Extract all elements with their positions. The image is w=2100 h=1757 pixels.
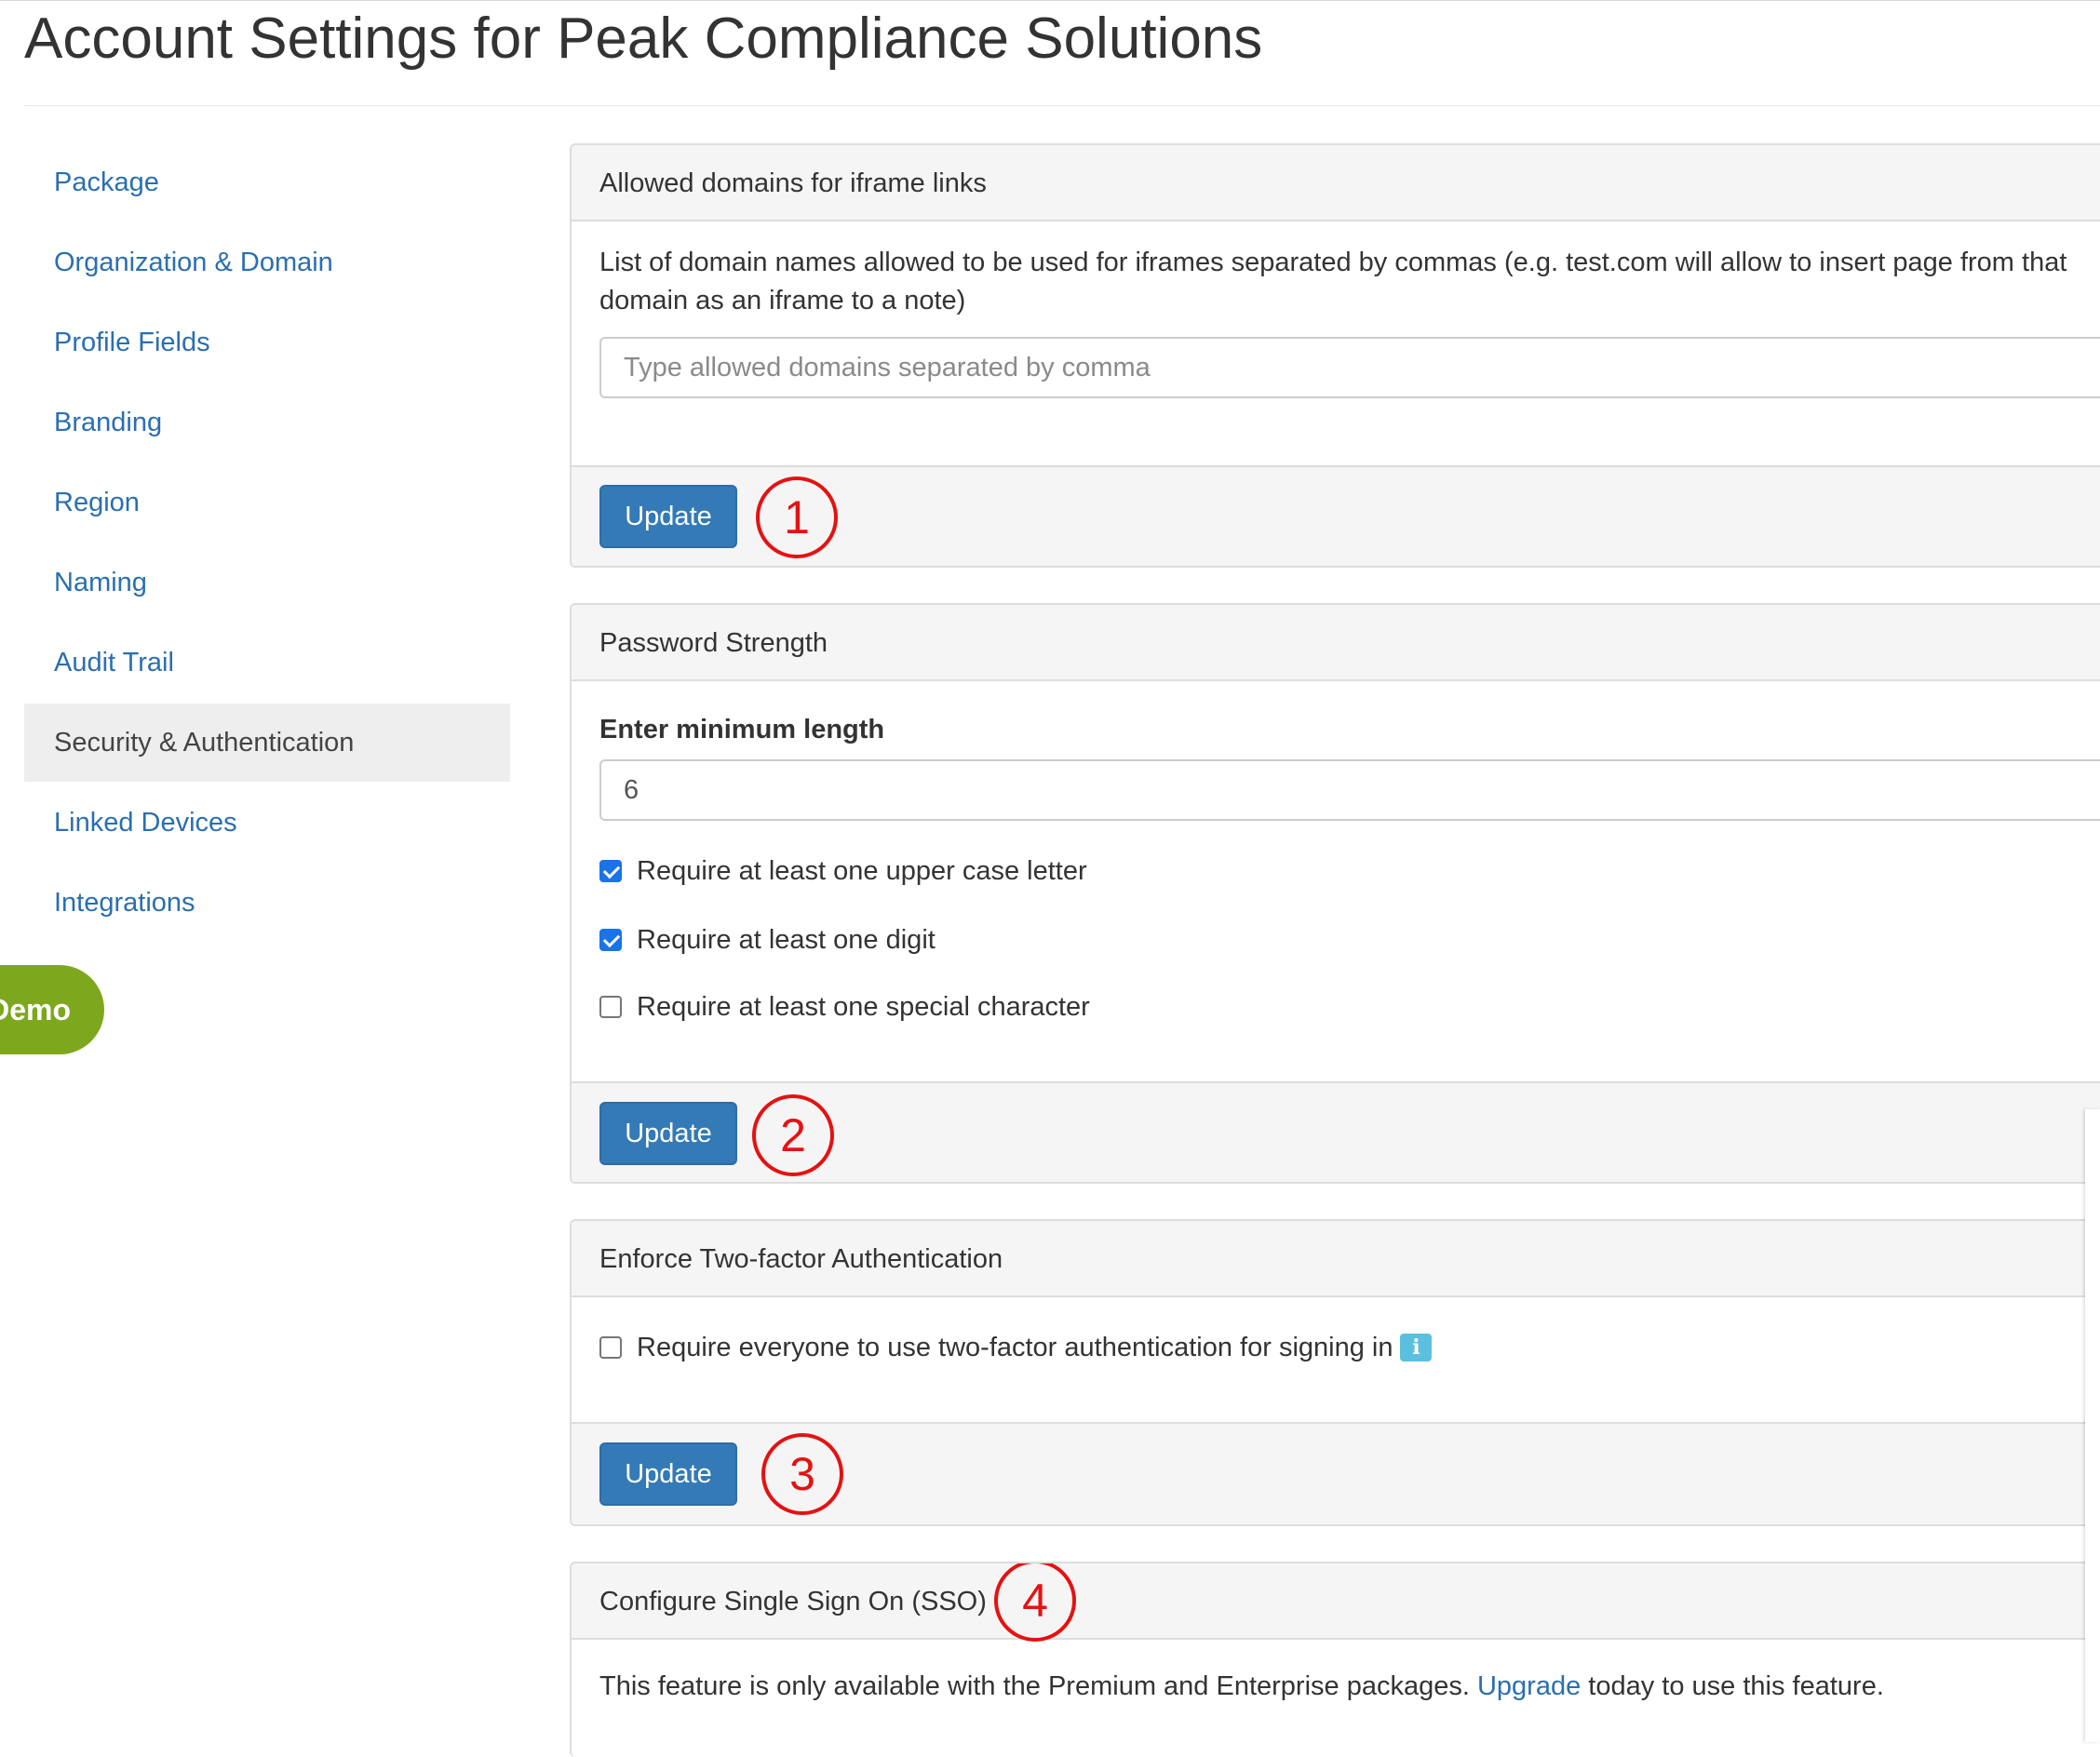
sso-availability-text: This feature is only available with the … <box>599 1640 2100 1706</box>
page-title: Account Settings for Peak Compliance Sol… <box>24 7 1263 71</box>
sidebar-item-security-authentication[interactable]: Security & Authentication <box>24 704 510 782</box>
require-2fa-label: Require everyone to use two-factor authe… <box>637 1332 1393 1362</box>
update-domains-button[interactable]: Update <box>599 485 737 548</box>
iframe-domains-panel: Allowed domains for iframe links List of… <box>570 143 2100 568</box>
sidebar-item-branding[interactable]: Branding <box>24 383 510 462</box>
digit-label: Require at least one digit <box>637 924 936 955</box>
iframe-domains-heading: Allowed domains for iframe links <box>572 145 2100 221</box>
sso-heading-bar: Configure Single Sign On (SSO) 4 <box>572 1563 2100 1642</box>
title-divider <box>24 105 2100 106</box>
overlay-panel-edge <box>2085 1109 2100 1742</box>
update-two-factor-button[interactable]: Update <box>599 1442 737 1506</box>
password-strength-panel: Password Strength Enter minimum length R… <box>570 603 2100 1184</box>
uppercase-checkbox[interactable] <box>599 860 622 882</box>
option-uppercase[interactable]: Require at least one upper case letter <box>599 852 1087 890</box>
iframe-domains-description: List of domain names allowed to be used … <box>599 221 2100 320</box>
settings-sidebar: Package Organization & Domain Profile Fi… <box>24 143 510 944</box>
sso-text-before: This feature is only available with the … <box>599 1671 1470 1701</box>
sidebar-item-region[interactable]: Region <box>24 463 510 542</box>
two-factor-panel: Enforce Two-factor Authentication Requir… <box>570 1219 2100 1526</box>
sidebar-item-organization-domain[interactable]: Organization & Domain <box>24 223 510 302</box>
password-strength-heading: Password Strength <box>572 605 2100 681</box>
annotation-marker-1: 1 <box>756 476 838 558</box>
special-character-checkbox[interactable] <box>599 996 622 1018</box>
annotation-marker-2: 2 <box>752 1094 834 1176</box>
allowed-domains-input[interactable] <box>599 337 2100 398</box>
demo-button[interactable]: Demo <box>0 965 104 1054</box>
iframe-domains-description-line1: List of domain names allowed to be used … <box>599 248 2067 277</box>
annotation-marker-3: 3 <box>761 1433 843 1515</box>
sso-heading: Configure Single Sign On (SSO) <box>599 1587 987 1616</box>
two-factor-heading: Enforce Two-factor Authentication <box>572 1221 2100 1297</box>
sidebar-item-audit-trail[interactable]: Audit Trail <box>24 624 510 702</box>
sidebar-item-linked-devices[interactable]: Linked Devices <box>24 784 510 862</box>
update-password-button[interactable]: Update <box>599 1102 737 1165</box>
require-2fa-checkbox[interactable] <box>599 1336 622 1359</box>
sidebar-item-naming[interactable]: Naming <box>24 543 510 622</box>
sso-panel: Configure Single Sign On (SSO) 4 This fe… <box>570 1562 2100 1757</box>
min-length-input[interactable] <box>599 759 2100 821</box>
uppercase-label: Require at least one upper case letter <box>637 855 1087 886</box>
top-border <box>0 0 2100 1</box>
option-require-2fa[interactable]: Require everyone to use two-factor authe… <box>599 1329 1433 1366</box>
option-digit[interactable]: Require at least one digit <box>599 921 936 959</box>
sidebar-item-package[interactable]: Package <box>24 143 510 221</box>
info-icon[interactable]: i <box>1400 1334 1433 1361</box>
sso-text-after: today to use this feature. <box>1588 1671 1884 1701</box>
iframe-domains-description-line2: domain as an iframe to a note) <box>599 286 966 315</box>
min-length-label: Enter minimum length <box>599 715 885 744</box>
special-character-label: Require at least one special character <box>637 991 1090 1022</box>
annotation-marker-4: 4 <box>994 1563 1076 1642</box>
upgrade-link[interactable]: Upgrade <box>1477 1671 1581 1701</box>
sidebar-item-profile-fields[interactable]: Profile Fields <box>24 303 510 382</box>
sidebar-item-integrations[interactable]: Integrations <box>24 864 510 942</box>
option-special-character[interactable]: Require at least one special character <box>599 988 1090 1026</box>
digit-checkbox[interactable] <box>599 929 622 951</box>
